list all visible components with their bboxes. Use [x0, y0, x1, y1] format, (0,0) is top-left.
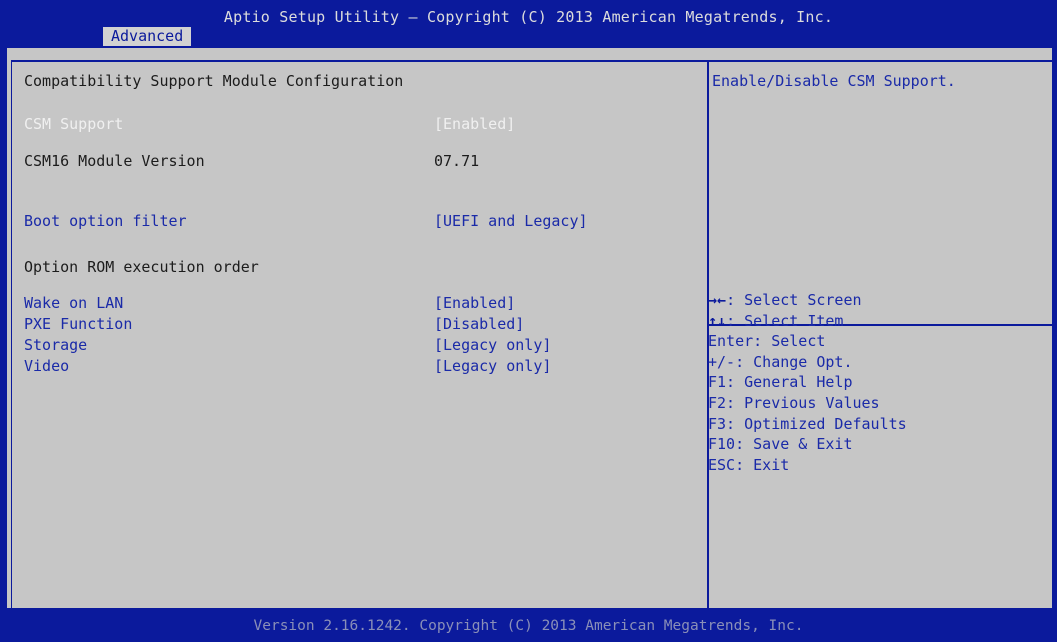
- pxe-function-value[interactable]: [Disabled]: [434, 315, 524, 333]
- key-help-enter: Enter: Select: [708, 332, 826, 351]
- storage-label[interactable]: Storage: [24, 336, 87, 354]
- option-rom-heading: Option ROM execution order: [24, 258, 259, 276]
- key-help-f1: F1: General Help: [708, 373, 853, 392]
- wake-on-lan-value[interactable]: [Enabled]: [434, 294, 515, 312]
- left-right-arrows-icon: →←: [708, 291, 727, 309]
- storage-value[interactable]: [Legacy only]: [434, 336, 551, 354]
- key-help-select-screen: →←: Select Screen: [708, 290, 907, 311]
- app-title: Aptio Setup Utility – Copyright (C) 2013…: [223, 8, 834, 26]
- up-down-arrows-icon: ↑↓: [708, 311, 727, 330]
- csm-support-label[interactable]: CSM Support: [24, 115, 123, 133]
- key-help-panel: →←: Select Screen ↑↓: Select Item Enter:…: [708, 290, 907, 475]
- boot-option-filter-value[interactable]: [UEFI and Legacy]: [434, 212, 588, 230]
- csm16-version-label: CSM16 Module Version: [24, 152, 205, 170]
- section-title: Compatibility Support Module Configurati…: [24, 72, 404, 90]
- tab-advanced[interactable]: Advanced: [103, 27, 192, 46]
- title-bar: Aptio Setup Utility – Copyright (C) 2013…: [0, 0, 1057, 46]
- csm-support-value[interactable]: [Enabled]: [434, 115, 515, 133]
- version-footer: Version 2.16.1242. Copyright (C) 2013 Am…: [253, 618, 804, 634]
- csm16-version-value: 07.71: [434, 152, 480, 170]
- help-text: Enable/Disable CSM Support.: [712, 72, 956, 90]
- select-item-text: : Select Item: [726, 311, 844, 330]
- video-value[interactable]: [Legacy only]: [434, 357, 551, 375]
- pxe-function-label[interactable]: PXE Function: [24, 315, 132, 333]
- select-screen-text: : Select Screen: [726, 291, 862, 309]
- boot-option-filter-label[interactable]: Boot option filter: [24, 212, 187, 230]
- key-help-select-item: ↑↓: Select Item: [708, 311, 907, 332]
- wake-on-lan-label[interactable]: Wake on LAN: [24, 294, 123, 312]
- key-help-change: +/-: Change Opt.: [708, 352, 853, 371]
- video-label[interactable]: Video: [24, 357, 69, 375]
- key-help-esc: ESC: Exit: [708, 455, 790, 474]
- key-help-f3: F3: Optimized Defaults: [708, 414, 907, 433]
- key-help-f10: F10: Save & Exit: [708, 435, 853, 454]
- key-help-f2: F2: Previous Values: [708, 393, 880, 412]
